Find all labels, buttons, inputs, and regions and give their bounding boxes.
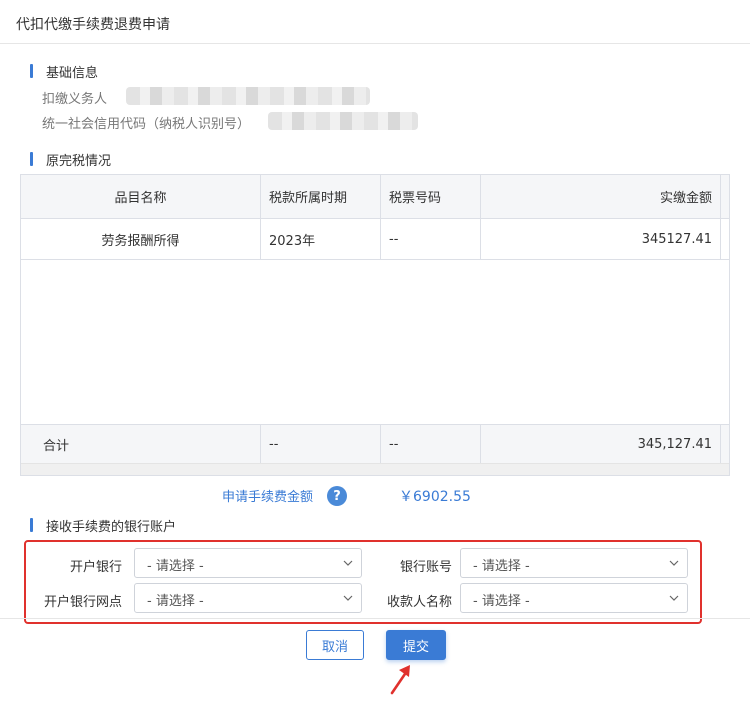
cell-item-name: 劳务报酬所得 [21,219,261,259]
section-marker [30,152,33,166]
col-item-name: 品目名称 [21,175,261,218]
pointer-arrow-icon [390,665,410,695]
bank-branch-select[interactable]: - 请选择 - [134,583,362,613]
bank-branch-label: 开户银行网点 [43,595,122,610]
tax-table: 品目名称 税款所属时期 税票号码 实缴金额 劳务报酬所得 2023年 -- 34… [20,174,730,476]
section-title: 接收手续费的银行账户 [46,520,177,535]
withholder-row: 扣缴义务人 [42,88,107,107]
credit-code-label: 统一社会信用代码（纳税人识别号） [42,117,251,132]
cell-ticket-number: -- [381,219,481,259]
col-paid-amount: 实缴金额 [481,175,721,218]
cell-paid-amount: 345127.41 [481,219,721,259]
section-title: 基础信息 [46,66,99,81]
total-ticket-number: -- [381,425,481,464]
section-marker [30,64,33,78]
table-row: 劳务报酬所得 2023年 -- 345127.41 [21,219,729,260]
account-number-label: 银行账号 [399,560,452,575]
window-title: 代扣代缴手续费退费申请 [16,17,170,33]
total-spacer [721,425,731,464]
redacted-withholder [126,87,370,105]
select-value: - 请选择 - [147,594,204,609]
section-bank-account: 接收手续费的银行账户 [30,516,176,535]
chevron-down-icon [669,595,679,601]
redacted-credit-code [268,112,418,130]
fee-amount-label: 申请手续费金额 [222,490,314,505]
table-total-row: 合计 -- -- 345,127.41 [21,424,729,464]
section-title: 原完税情况 [46,154,112,169]
chevron-down-icon [343,595,353,601]
section-marker [30,518,33,532]
cancel-button[interactable]: 取消 [306,630,364,660]
select-value: - 请选择 - [147,559,204,574]
col-tax-period: 税款所属时期 [261,175,381,218]
payee-name-select[interactable]: - 请选择 - [460,583,688,613]
bank-name-select[interactable]: - 请选择 - [134,548,362,578]
section-tax-status: 原完税情况 [30,150,111,169]
title-bar: 代扣代缴手续费退费申请 [0,0,750,44]
total-tax-period: -- [261,425,381,464]
footer-divider [0,618,750,619]
col-ticket-number: 税票号码 [381,175,481,218]
select-value: - 请选择 - [473,594,530,609]
section-basic-info: 基础信息 [30,62,98,81]
table-header: 品目名称 税款所属时期 税票号码 实缴金额 [21,175,729,219]
payee-name-label: 收款人名称 [386,595,452,610]
col-spacer [721,175,731,218]
account-number-select[interactable]: - 请选择 - [460,548,688,578]
withholder-label: 扣缴义务人 [42,92,108,107]
horizontal-scrollbar[interactable] [21,463,729,475]
chevron-down-icon [669,560,679,566]
total-label: 合计 [21,425,261,464]
select-value: - 请选择 - [473,559,530,574]
total-paid-amount: 345,127.41 [481,425,721,464]
cell-tax-period: 2023年 [261,219,381,259]
credit-code-row: 统一社会信用代码（纳税人识别号） [42,113,250,132]
submit-button[interactable]: 提交 [386,630,446,660]
fee-amount-value: ￥6902.55 [399,489,471,505]
chevron-down-icon [343,560,353,566]
cell-spacer [721,219,731,259]
help-icon[interactable]: ? [327,486,347,506]
bank-name-label: 开户银行 [69,560,122,575]
